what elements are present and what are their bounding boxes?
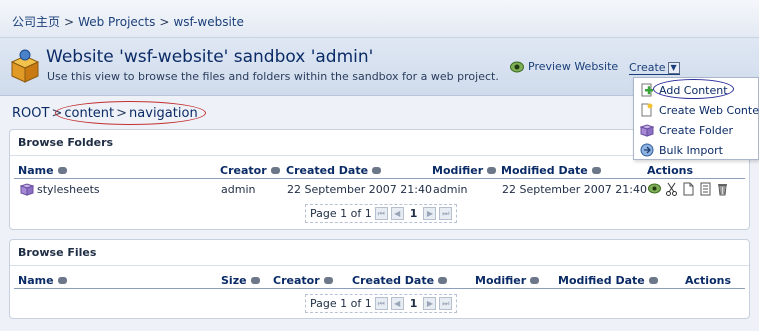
breadcrumb: 公司主页 > Web Projects > wsf-website <box>12 13 244 30</box>
folder-actions <box>648 181 729 196</box>
menu-item-label: Create Web Content <box>659 103 759 117</box>
folder-name-link[interactable]: stylesheets <box>20 183 100 196</box>
col-actions-label: Actions <box>685 274 731 287</box>
col-created-date-label: Created Date <box>286 164 369 177</box>
first-page-icon[interactable]: ⏮ <box>374 297 388 310</box>
col-modified-date[interactable]: Modified Date <box>501 164 601 177</box>
sort-icon <box>530 277 540 284</box>
sort-icon <box>323 277 333 284</box>
menu-item-bulk-import[interactable]: Bulk Import <box>640 143 723 157</box>
sort-icon <box>270 167 280 174</box>
col-name-label: Name <box>18 164 54 177</box>
sort-icon <box>57 167 67 174</box>
next-page-icon[interactable]: ▶ <box>423 297 437 310</box>
sort-icon <box>57 277 67 284</box>
menu-item-create-folder[interactable]: Create Folder <box>640 123 733 137</box>
menu-item-create-web-content[interactable]: Create Web Content <box>640 103 759 117</box>
add-content-highlight-annotation <box>653 79 734 99</box>
col-modifier-label: Modifier <box>432 164 484 177</box>
next-page-icon[interactable]: ▶ <box>423 207 437 220</box>
sort-icon <box>372 167 382 174</box>
col-name[interactable]: Name <box>18 164 67 177</box>
menu-item-label: Create Folder <box>659 123 734 137</box>
sandbox-box-icon <box>10 49 40 83</box>
browse-folders-title: Browse Folders <box>18 136 114 149</box>
header-divider <box>14 178 745 179</box>
path-root[interactable]: ROOT <box>12 106 49 121</box>
breadcrumb-separator: > <box>64 15 75 29</box>
col-name-label: Name <box>18 274 54 287</box>
col-actions: Actions <box>685 274 731 287</box>
breadcrumb-item-home[interactable]: 公司主页 <box>12 15 60 29</box>
browse-files-panel: Browse Files Name Size Creator Created D… <box>9 239 750 319</box>
folder-creator: admin <box>221 183 256 196</box>
sort-icon <box>250 277 260 284</box>
page-title: Website 'wsf-website' sandbox 'admin' <box>46 47 374 67</box>
folder-created-date: 22 September 2007 21:40 <box>287 183 432 196</box>
first-page-icon[interactable]: ⏮ <box>374 207 388 220</box>
col-actions: Actions <box>647 164 693 177</box>
chevron-down-icon: ▼ <box>667 61 680 74</box>
folder-modified-date: 22 September 2007 21:40 <box>502 183 647 196</box>
pager-current-page: 1 <box>409 207 418 220</box>
breadcrumb-separator: > <box>159 15 170 29</box>
new-document-icon <box>641 103 653 117</box>
copy-document-icon[interactable] <box>682 181 695 196</box>
col-modified-date-label: Modified Date <box>558 274 645 287</box>
pager-current-page: 1 <box>409 297 418 310</box>
col-size-label: Size <box>221 274 247 287</box>
col-modifier[interactable]: Modifier <box>475 274 540 287</box>
create-menu-button[interactable]: Create ▼ <box>629 61 680 75</box>
preview-website-link[interactable]: Preview Website <box>510 60 618 73</box>
col-creator[interactable]: Creator <box>220 164 280 177</box>
page-subtitle: Use this view to browse the files and fo… <box>47 70 499 83</box>
import-icon <box>640 143 654 157</box>
add-icon <box>641 83 653 97</box>
delete-trash-icon[interactable] <box>716 181 729 196</box>
col-creator-label: Creator <box>273 274 320 287</box>
col-created-date[interactable]: Created Date <box>286 164 382 177</box>
col-name[interactable]: Name <box>18 274 67 287</box>
breadcrumb-item-website[interactable]: wsf-website <box>173 15 243 29</box>
browse-files-title: Browse Files <box>18 246 97 259</box>
path-highlight-annotation <box>55 101 206 125</box>
col-created-date-label: Created Date <box>352 274 435 287</box>
create-label: Create <box>629 61 666 74</box>
folder-icon <box>640 124 654 137</box>
col-created-date[interactable]: Created Date <box>352 274 448 287</box>
last-page-icon[interactable]: ⏭ <box>439 207 453 220</box>
col-size[interactable]: Size <box>221 274 260 287</box>
details-list-icon[interactable] <box>699 181 712 196</box>
prev-page-icon[interactable]: ◀ <box>390 207 404 220</box>
col-modified-date-label: Modified Date <box>501 164 588 177</box>
folder-name: stylesheets <box>37 183 100 196</box>
cut-icon[interactable] <box>665 181 678 196</box>
pager-text: Page 1 of 1 <box>310 207 372 220</box>
breadcrumb-bar: 公司主页 > Web Projects > wsf-website <box>0 0 759 38</box>
col-actions-label: Actions <box>647 164 693 177</box>
sort-icon <box>591 167 601 174</box>
eye-icon <box>510 61 524 72</box>
col-creator[interactable]: Creator <box>273 274 333 287</box>
col-creator-label: Creator <box>220 164 267 177</box>
folders-pager: Page 1 of 1 ⏮ ◀ 1 ▶ ⏭ <box>305 204 458 223</box>
space-folder-icon <box>20 183 34 196</box>
sort-icon <box>438 277 448 284</box>
last-page-icon[interactable]: ⏭ <box>439 297 453 310</box>
sort-icon <box>648 277 658 284</box>
pager-text: Page 1 of 1 <box>310 297 372 310</box>
preview-website-label: Preview Website <box>528 60 619 73</box>
header-divider <box>14 288 745 289</box>
files-pager: Page 1 of 1 ⏮ ◀ 1 ▶ ⏭ <box>305 294 458 313</box>
col-modifier-label: Modifier <box>475 274 527 287</box>
col-modifier[interactable]: Modifier <box>432 164 497 177</box>
folder-modifier: admin <box>433 183 468 196</box>
sort-icon <box>487 167 497 174</box>
panel-divider <box>10 265 749 266</box>
breadcrumb-item-web-projects[interactable]: Web Projects <box>78 15 155 29</box>
menu-item-label: Bulk Import <box>659 143 723 157</box>
col-modified-date[interactable]: Modified Date <box>558 274 658 287</box>
prev-page-icon[interactable]: ◀ <box>390 297 404 310</box>
preview-eye-icon[interactable] <box>648 181 661 196</box>
